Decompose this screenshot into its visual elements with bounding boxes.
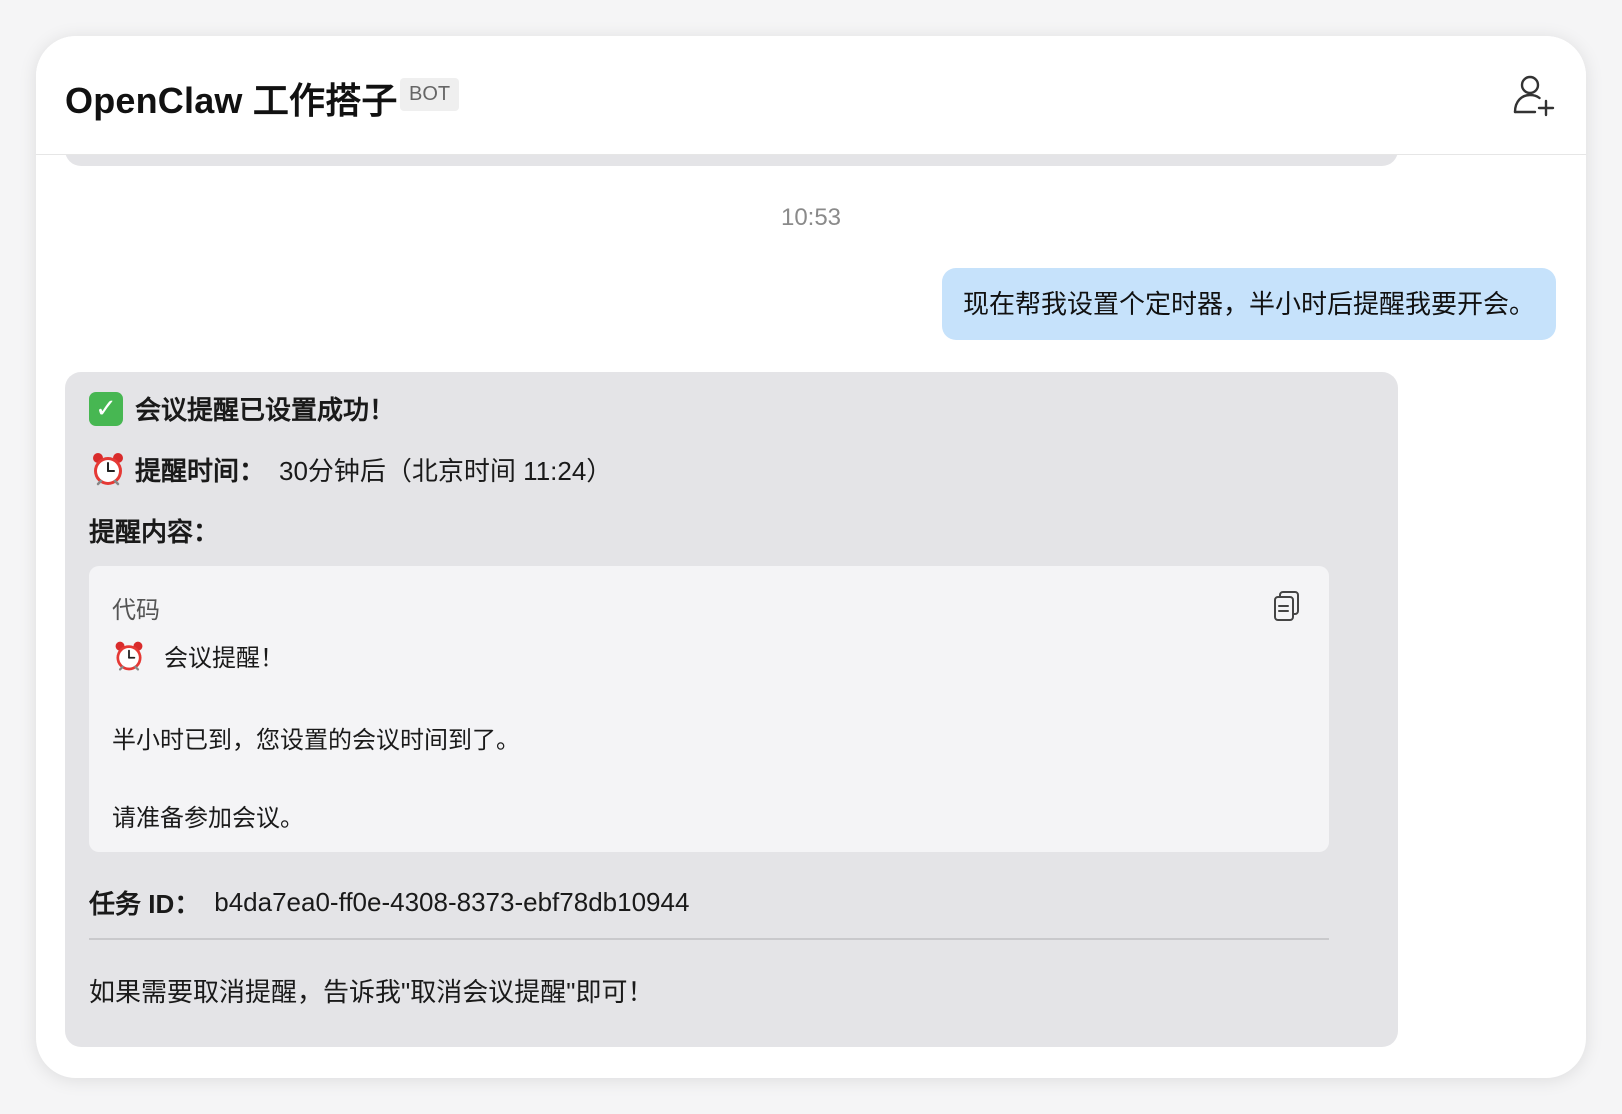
- code-line-2: 半小时已到，您设置的会议时间到了。: [112, 727, 520, 754]
- cancel-hint: 如果需要取消提醒，告诉我"取消会议提醒"即可！: [89, 977, 654, 1007]
- reminder-content-label: 提醒内容：: [89, 517, 220, 547]
- task-id-label: 任务 ID：: [89, 889, 201, 919]
- alarm-clock-emoji-icon: [93, 453, 123, 486]
- code-line-1: 会议提醒！: [112, 638, 284, 673]
- message-timestamp: 10:53: [780, 204, 842, 231]
- success-line: ✓ 会议提醒已设置成功！: [89, 390, 395, 427]
- task-id-value: b4da7ea0-ff0e-4308-8373-ebf78db10944: [214, 887, 690, 917]
- alarm-clock-emoji-icon: [115, 641, 143, 671]
- code-line-1-text: 会议提醒！: [164, 645, 284, 672]
- copy-icon[interactable]: [1273, 590, 1301, 622]
- chat-window: OpenClaw 工作搭子 BOT 10:53 现在帮我设置个定时器，半小时后提…: [36, 36, 1586, 1078]
- code-block[interactable]: 代码 会议提醒！ 半小时已到，您设置的会议时间到了。 请准备参加会议。: [89, 566, 1329, 852]
- reminder-content-line: 提醒内容：: [89, 512, 219, 549]
- bot-message-bubble[interactable]: ✓ 会议提醒已设置成功！ 提醒时间： 30分钟后（北京时间 11:24） 提醒内…: [65, 372, 1398, 1047]
- message-divider: [89, 938, 1329, 940]
- chat-title: OpenClaw 工作搭子: [65, 80, 398, 121]
- reminder-time-label: 提醒时间：: [135, 455, 266, 486]
- code-block-label: 代码: [112, 597, 160, 624]
- chat-header: OpenClaw 工作搭子 BOT: [36, 36, 1586, 155]
- user-message-bubble[interactable]: 现在帮我设置个定时器，半小时后提醒我要开会。: [941, 268, 1556, 340]
- add-member-icon[interactable]: [1510, 72, 1556, 118]
- check-mark-emoji-icon: ✓: [89, 391, 123, 426]
- bot-badge: BOT: [400, 78, 460, 111]
- task-id-line: 任务 ID： b4da7ea0-ff0e-4308-8373-ebf78db10…: [89, 884, 689, 921]
- reminder-time-line: 提醒时间： 30分钟后（北京时间 11:24）: [89, 450, 612, 488]
- success-title: 会议提醒已设置成功！: [135, 395, 396, 425]
- code-line-3: 请准备参加会议。: [112, 805, 304, 832]
- reminder-time-value: 30分钟后（北京时间 11:24）: [279, 455, 613, 486]
